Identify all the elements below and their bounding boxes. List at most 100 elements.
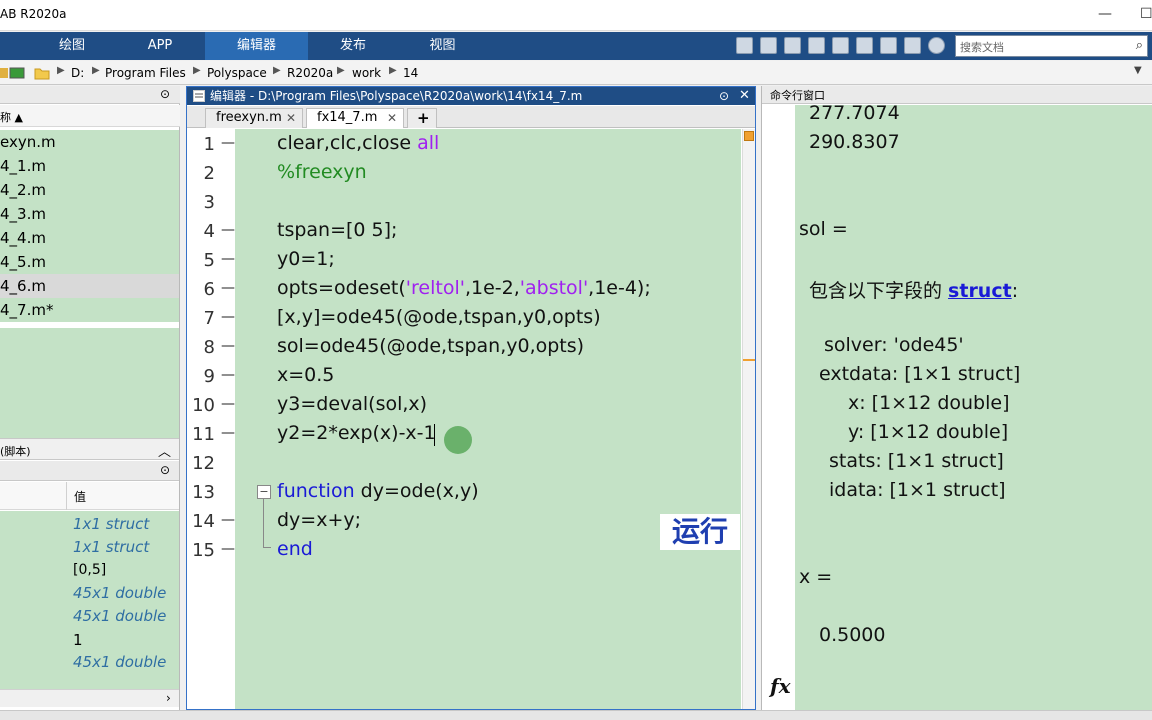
code-line: dy=x+y; [277, 509, 362, 531]
output-field: stats: [1×1 struct] [829, 450, 1004, 472]
code-line: y3=deval(sol,x) [277, 393, 428, 415]
copy-icon[interactable] [784, 37, 801, 54]
name-column-label: 称 ▲ [0, 111, 23, 124]
search-icon[interactable]: ⌕ [1136, 38, 1143, 53]
command-output[interactable]: 277.7074 290.8307 sol = 包含以下字段的 struct: … [795, 102, 1152, 710]
code-fold-toggle[interactable]: − [257, 485, 271, 499]
chevron-up-icon[interactable]: ︿ [158, 441, 171, 460]
breakpoint-marker[interactable]: — [221, 135, 235, 151]
workspace-variable-list: 1x1 struct 1x1 struct [0,5] 45x1 double … [0, 511, 179, 689]
run-overlay-label: 运行 [660, 514, 740, 550]
paste-icon[interactable] [808, 37, 825, 54]
struct-link[interactable]: struct [948, 280, 1012, 302]
file-item-selected[interactable]: 4_6.m [0, 274, 179, 298]
variable-value[interactable]: 45x1 double [73, 607, 166, 625]
crumb-work[interactable]: work [352, 66, 381, 80]
warning-marker[interactable] [743, 359, 755, 361]
tab-freexyn[interactable]: freexyn.m ✕ [205, 108, 303, 128]
panel-menu-icon[interactable]: ⊙ [160, 87, 170, 101]
variable-value[interactable]: 45x1 double [73, 653, 166, 671]
tab-editor[interactable]: 编辑器 [205, 32, 308, 60]
panel-menu-icon[interactable]: ⊙ [160, 463, 170, 477]
file-item[interactable]: 4_5.m [0, 250, 179, 274]
code-line: function dy=ode(x,y) [277, 480, 479, 502]
tab-apps[interactable]: APP [125, 32, 195, 60]
chevron-right-icon: ▶ [389, 65, 397, 76]
editor-title: 编辑器 - D:\Program Files\Polyspace\R2020a\… [210, 89, 583, 103]
current-folder-panel: ⊙ 称 ▲ exyn.m 4_1.m 4_2.m 4_3.m 4_4.m 4_5… [0, 86, 180, 720]
line-number: 9 [203, 366, 215, 387]
file-item[interactable]: 4_1.m [0, 154, 179, 178]
breakpoint-marker[interactable]: — [221, 541, 235, 557]
function-browser-icon[interactable]: fx [770, 674, 791, 698]
crumb-14[interactable]: 14 [403, 66, 418, 80]
crumb-r2020a[interactable]: R2020a [287, 66, 333, 80]
code-area[interactable] [235, 129, 741, 709]
browse-folder-icon[interactable] [0, 65, 26, 81]
close-tab-icon[interactable]: ✕ [387, 109, 397, 127]
chevron-right-icon[interactable]: › [166, 691, 171, 705]
variable-value[interactable]: 1x1 struct [73, 515, 149, 533]
close-icon[interactable]: ✕ [739, 87, 750, 105]
variable-value[interactable]: 45x1 double [73, 584, 166, 602]
chevron-down-icon[interactable]: ▼ [1134, 65, 1142, 76]
file-item[interactable]: 4_7.m* [0, 298, 179, 322]
line-number: 8 [203, 337, 215, 358]
variable-value[interactable]: [0,5] [73, 562, 106, 578]
output-var: sol = [799, 218, 848, 240]
close-tab-icon[interactable]: ✕ [286, 109, 296, 127]
horizontal-scrollbar[interactable]: › [0, 689, 179, 707]
file-item[interactable]: exyn.m [0, 130, 179, 154]
tab-publish[interactable]: 发布 [318, 32, 388, 60]
tab-fx14-7[interactable]: fx14_7.m ✕ [306, 108, 404, 128]
line-number: 3 [203, 192, 215, 213]
output-value: 290.8307 [809, 131, 900, 153]
maximize-icon[interactable]: ☐ [1140, 6, 1152, 22]
line-number: 12 [192, 453, 215, 474]
details-bar[interactable]: (脚本) ︿ [0, 438, 179, 460]
tab-plots[interactable]: 绘图 [37, 32, 107, 60]
command-gutter [762, 105, 795, 710]
tab-view[interactable]: 视图 [405, 32, 480, 60]
crumb-polyspace[interactable]: Polyspace [207, 66, 267, 80]
save-icon[interactable] [736, 37, 753, 54]
breakpoint-marker[interactable]: — [221, 251, 235, 267]
breakpoint-marker[interactable]: — [221, 396, 235, 412]
line-number: 5 [203, 250, 215, 271]
minimize-icon[interactable]: — [1098, 6, 1112, 22]
variable-value[interactable]: 1x1 struct [73, 538, 149, 556]
editor-vertical-scrollbar[interactable] [742, 129, 755, 709]
file-item[interactable]: 4_3.m [0, 202, 179, 226]
breakpoint-marker[interactable]: — [221, 338, 235, 354]
file-list-empty-area [0, 328, 179, 438]
value-column-header[interactable]: 值 [0, 482, 179, 510]
name-column-header[interactable]: 称 ▲ [0, 105, 180, 127]
crumb-program-files[interactable]: Program Files [105, 66, 186, 80]
output-value: 0.5000 [819, 624, 886, 646]
switch-windows-icon[interactable] [880, 37, 897, 54]
help-icon[interactable] [904, 37, 921, 54]
crumb-drive[interactable]: D: [71, 66, 84, 80]
undo-icon[interactable] [832, 37, 849, 54]
dropdown-icon[interactable] [928, 37, 945, 54]
search-documentation-input[interactable]: 搜索文档 ⌕ [955, 35, 1148, 57]
file-item[interactable]: 4_2.m [0, 178, 179, 202]
breakpoint-marker[interactable]: — [221, 309, 235, 325]
breakpoint-marker[interactable]: — [221, 512, 235, 528]
chevron-right-icon: ▶ [337, 65, 345, 76]
breakpoint-marker[interactable]: — [221, 280, 235, 296]
workspace-header: ⊙ [0, 461, 179, 481]
fold-guide-end [263, 547, 271, 548]
warning-indicator[interactable] [744, 131, 754, 141]
breakpoint-marker[interactable]: — [221, 425, 235, 441]
window-title: AB R2020a [0, 7, 67, 21]
panel-menu-icon[interactable]: ⊙ [719, 87, 729, 105]
cut-icon[interactable] [760, 37, 777, 54]
new-tab-button[interactable]: + [407, 108, 437, 128]
file-item[interactable]: 4_4.m [0, 226, 179, 250]
breakpoint-marker[interactable]: — [221, 222, 235, 238]
redo-icon[interactable] [856, 37, 873, 54]
variable-value[interactable]: 1 [73, 631, 83, 649]
breakpoint-marker[interactable]: — [221, 367, 235, 383]
code-line: y0=1; [277, 248, 335, 270]
